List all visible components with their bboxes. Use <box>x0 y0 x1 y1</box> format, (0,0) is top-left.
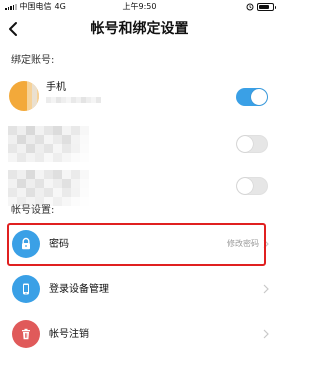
account-2-binding-toggle[interactable] <box>236 135 268 153</box>
account-cancellation-row[interactable]: 帐号注销 <box>0 314 279 356</box>
chevron-right-icon <box>263 329 269 339</box>
chevron-right-icon <box>263 284 269 294</box>
page-title: 帐号和绑定设置 <box>90 21 189 37</box>
account-cancellation-label: 帐号注销 <box>49 329 89 340</box>
phone-icon <box>12 275 40 303</box>
account-settings-header: 帐号设置: <box>11 205 55 216</box>
trash-icon <box>12 320 40 348</box>
device-management-label: 登录设备管理 <box>49 284 109 295</box>
bound-account-row-2 <box>0 120 279 168</box>
account-binding-settings-page: 中国电信 4G 上午9:50 帐号和绑定设置 绑定账号: 手机 帐号设置: 密码… <box>0 0 279 383</box>
status-time: 上午9:50 <box>122 2 157 11</box>
account-3-binding-toggle[interactable] <box>236 177 268 195</box>
alarm-icon <box>246 3 254 11</box>
avatar <box>9 81 39 111</box>
bound-account-row-phone: 手机 <box>0 72 279 120</box>
status-right <box>246 3 276 11</box>
status-bar: 中国电信 4G 上午9:50 <box>0 0 279 14</box>
nav-bar: 帐号和绑定设置 <box>0 14 279 44</box>
device-management-row[interactable]: 登录设备管理 <box>0 269 279 311</box>
bound-accounts-header: 绑定账号: <box>11 55 55 66</box>
masked-account-3 <box>8 170 89 206</box>
phone-binding-toggle[interactable] <box>236 88 268 106</box>
masked-account-2 <box>8 126 89 162</box>
highlight-box <box>7 223 266 266</box>
bound-account-label: 手机 <box>46 82 66 93</box>
masked-phone-number <box>46 97 101 103</box>
battery-icon <box>257 3 276 11</box>
